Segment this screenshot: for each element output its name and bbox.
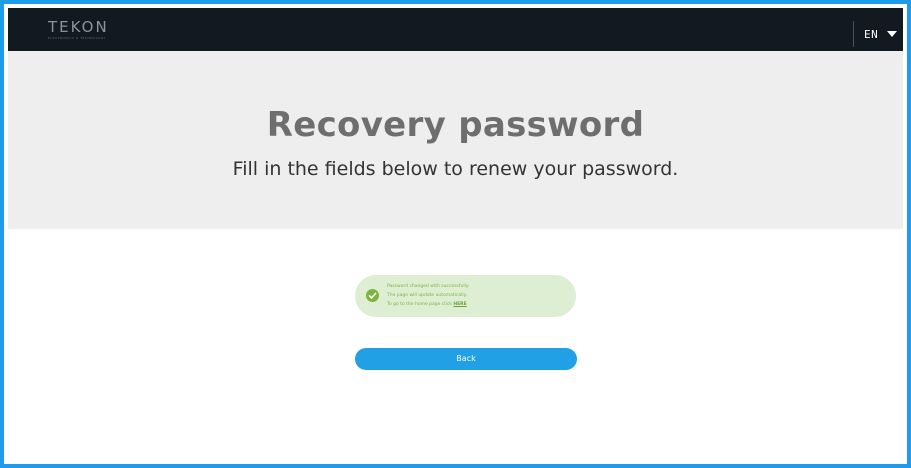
alert-line-update: The page will update automatically. bbox=[387, 293, 468, 298]
alert-line-home: To go to the home page click HERE bbox=[387, 300, 567, 309]
logo-wordmark: TEKON bbox=[48, 18, 109, 36]
alert-message: Password changed with successfully. The … bbox=[387, 282, 567, 309]
logo-tagline: ELECTRONICS & TECHNOLOGY bbox=[48, 36, 106, 40]
language-label: EN bbox=[864, 27, 879, 41]
alert-home-prefix: To go to the home page click bbox=[387, 302, 452, 307]
back-button[interactable]: Back bbox=[355, 348, 577, 370]
page-title: Recovery password bbox=[266, 105, 645, 145]
home-page-link[interactable]: HERE bbox=[453, 302, 466, 307]
brand-logo[interactable]: TEKON ELECTRONICS & TECHNOLOGY bbox=[48, 19, 109, 45]
caret-down-icon bbox=[887, 31, 898, 37]
alert-line-success: Password changed with successfully. bbox=[387, 284, 470, 289]
language-divider bbox=[853, 21, 854, 47]
success-alert: Password changed with successfully. The … bbox=[355, 275, 576, 317]
check-circle-icon bbox=[366, 289, 379, 302]
language-selector[interactable]: EN bbox=[864, 24, 898, 44]
page-subtitle: Fill in the fields below to renew your p… bbox=[232, 158, 679, 180]
page-frame: TEKON ELECTRONICS & TECHNOLOGY EN Recove… bbox=[0, 0, 911, 468]
top-navigation-bar: TEKON ELECTRONICS & TECHNOLOGY EN bbox=[8, 8, 903, 51]
page-header-banner: Recovery password Fill in the fields bel… bbox=[8, 51, 903, 229]
